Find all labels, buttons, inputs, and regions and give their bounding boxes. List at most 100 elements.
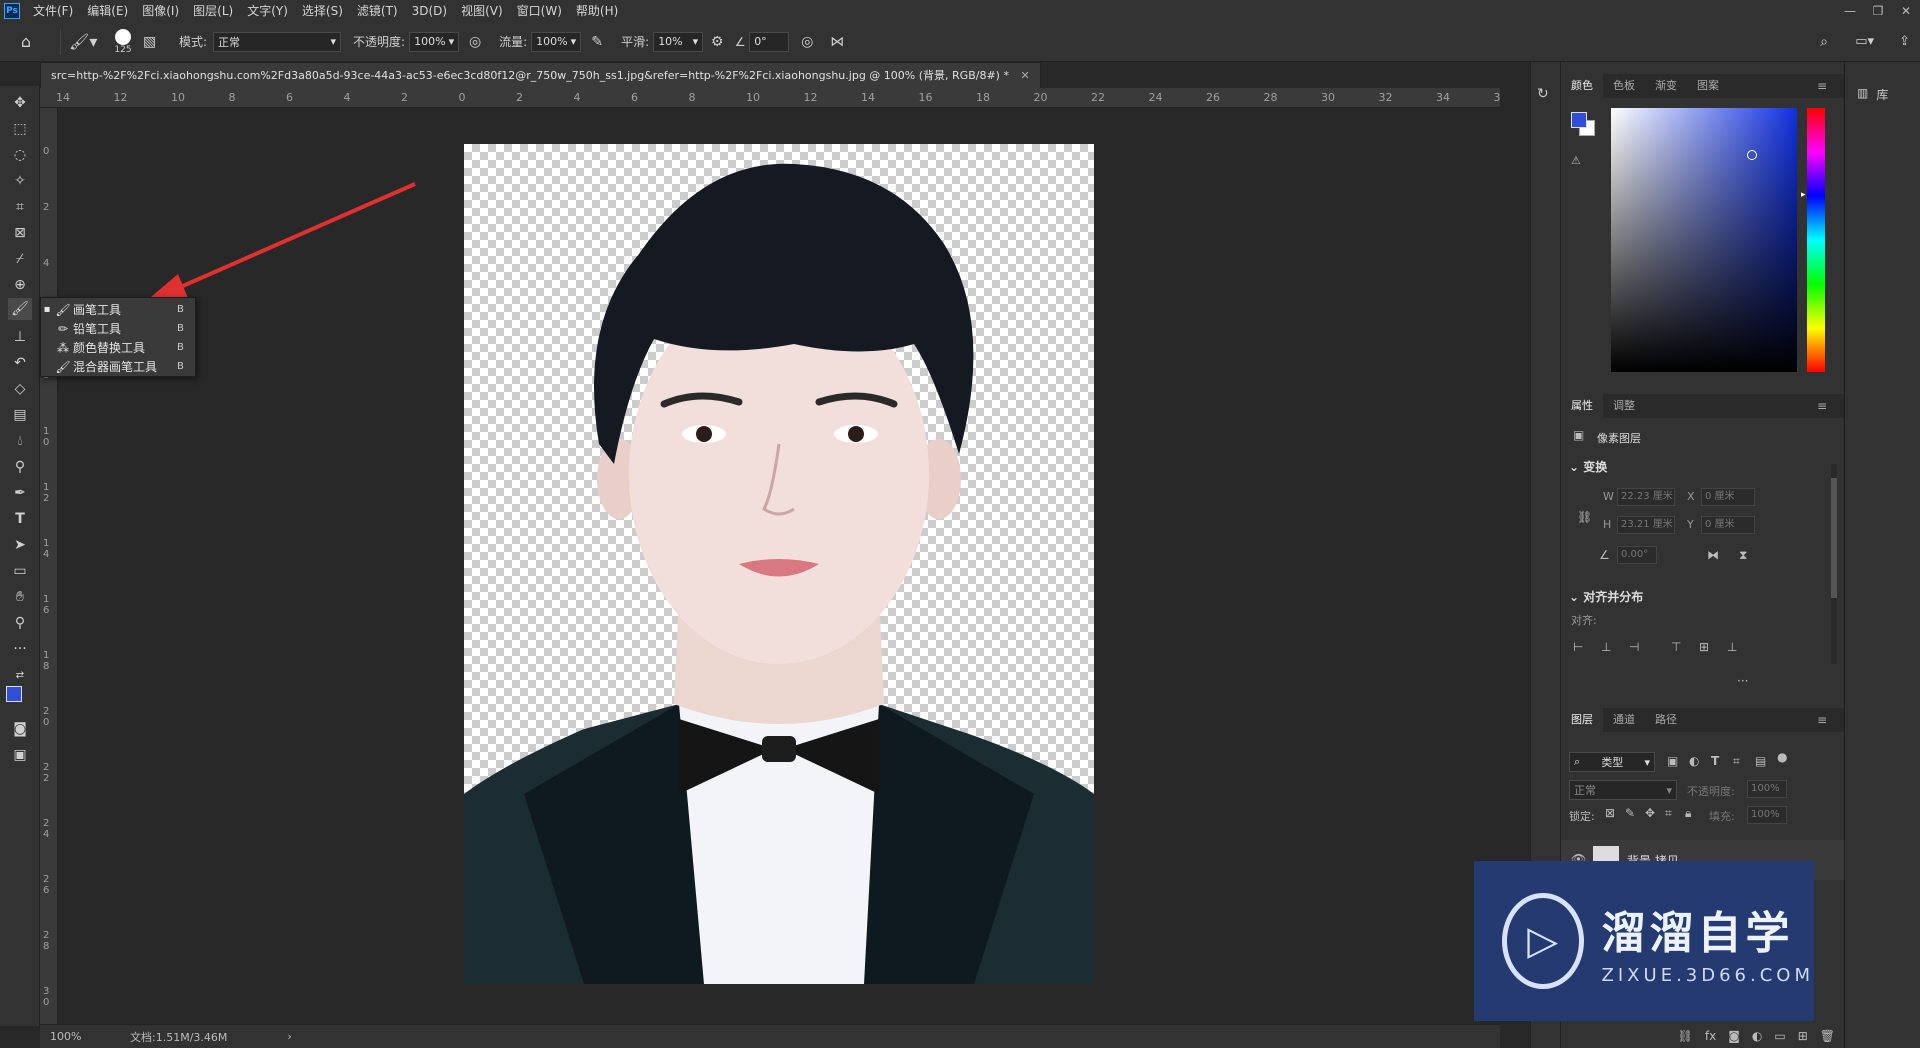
x-input[interactable]: 0 厘米 [1701,488,1755,506]
width-input[interactable]: 22.23 厘米 [1617,488,1675,506]
brush-preset-icon[interactable]: 🖌︎▾ [69,22,103,62]
restore-button[interactable]: ❐ [1864,0,1892,22]
more-tools-icon[interactable]: ··· [8,638,32,660]
screen-mode-icon[interactable]: ▣ [8,744,32,766]
chevron-right-icon[interactable]: › [287,1030,291,1043]
angle-input[interactable]: 0° [749,31,790,52]
libraries-button[interactable]: ▥ 库 [1857,86,1888,103]
height-input[interactable]: 23.21 厘米 [1617,516,1675,534]
tab-swatches[interactable]: 色板 [1603,74,1645,98]
brush-settings-icon[interactable]: ▧ [143,22,171,62]
align-top-icon[interactable]: ⊤ [1671,640,1681,654]
minimize-button[interactable]: — [1836,0,1864,22]
tab-patterns[interactable]: 图案 [1687,74,1729,98]
link-icon[interactable]: ⛓ [1577,510,1592,524]
more-options-button[interactable]: ··· [1737,674,1748,688]
add-mask-icon[interactable]: ◙ [1728,1029,1740,1043]
tab-layers[interactable]: 图层 [1561,708,1603,732]
filter-pixel-icon[interactable]: ▣ [1667,754,1678,768]
magic-wand-tool-icon[interactable]: ✧ [8,170,32,192]
flyout-item-color-replace[interactable]: ⁂ 颜色替换工具 B [41,338,197,357]
tab-gradients[interactable]: 渐变 [1645,74,1687,98]
lock-artboard-icon[interactable]: ⌗ [1665,806,1672,821]
tab-color[interactable]: 颜色 [1561,74,1603,98]
menu-type[interactable]: 文字(Y) [240,0,295,22]
align-middle-v-icon[interactable]: ⊞ [1699,640,1709,654]
link-layers-icon[interactable]: ⛓ [1678,1029,1693,1043]
tab-adjustments[interactable]: 调整 [1603,394,1645,418]
filter-smart-object-icon[interactable]: ▤ [1755,754,1766,768]
properties-scrollbar[interactable] [1831,464,1837,664]
filter-shape-icon[interactable]: ⌗ [1733,754,1740,769]
align-bottom-icon[interactable]: ⊥ [1727,640,1737,654]
dodge-tool-icon[interactable]: ⚲ [8,456,32,478]
filter-toggle-icon[interactable]: ● [1777,750,1787,764]
transform-section[interactable]: ⌄ 变换 [1569,458,1607,475]
pressure-size-icon[interactable]: ◎ [789,22,825,62]
flyout-item-mixer-brush[interactable]: 🖌︎ 混合器画笔工具 B [41,357,197,376]
crop-tool-icon[interactable]: ⌗ [8,196,32,218]
menu-view[interactable]: 视图(V) [454,0,510,22]
menu-help[interactable]: 帮助(H) [569,0,625,22]
smooth-input[interactable]: 10% ▾ [653,31,704,52]
stamp-tool-icon[interactable]: ⊥ [8,326,32,348]
angle-input[interactable]: 0.00° [1617,546,1657,564]
history-panel-icon[interactable]: ↻ [1537,86,1549,102]
workspace-icon[interactable]: ▭▾ [1855,22,1874,62]
quick-mask-icon[interactable]: ◙ [8,718,32,740]
menu-select[interactable]: 选择(S) [295,0,350,22]
hand-tool-icon[interactable]: ✋︎ [8,586,32,608]
brush-size-picker[interactable]: 125 [103,22,143,62]
new-group-icon[interactable]: ▭ [1774,1029,1785,1043]
lock-position-icon[interactable]: ✥ [1645,806,1655,820]
rectangle-tool-icon[interactable]: ▭ [8,560,32,582]
close-tab-icon[interactable]: ✕ [1020,69,1029,82]
lock-pixels-icon[interactable]: ✎ [1625,806,1635,820]
eyedropper-tool-icon[interactable]: ⌿ [8,248,32,270]
align-right-icon[interactable]: ⊣ [1629,640,1639,654]
move-tool-icon[interactable]: ✥ [8,92,32,114]
frame-tool-icon[interactable]: ⊠ [8,222,32,244]
scrollbar-thumb[interactable] [1831,478,1837,598]
healing-tool-icon[interactable]: ⊕ [8,274,32,296]
menu-filter[interactable]: 滤镜(T) [350,0,405,22]
hue-slider[interactable] [1807,108,1825,372]
eraser-tool-icon[interactable]: ◇ [8,378,32,400]
path-select-icon[interactable]: ➤ [8,534,32,556]
fx-icon[interactable]: fx [1705,1029,1716,1043]
swap-colors-icon[interactable]: ⇄ [8,664,32,686]
panel-foreground-swatch[interactable] [1571,112,1587,128]
flyout-item-pencil[interactable]: ✏︎ 铅笔工具 B [41,319,197,338]
document-tab[interactable]: src=http-%2F%2Fci.xiaohongshu.com%2Fd3a8… [40,62,1041,88]
foreground-color-swatch[interactable] [6,686,22,702]
align-section[interactable]: ⌄ 对齐并分布 [1569,588,1643,605]
opacity-input[interactable]: 100% ▾ [409,31,460,52]
type-tool-icon[interactable]: T [8,508,32,530]
symmetry-icon[interactable]: ⋈ [825,22,849,62]
menu-3d[interactable]: 3D(D) [405,0,454,22]
lasso-tool-icon[interactable]: ◌ [8,144,32,166]
close-button[interactable]: ✕ [1892,0,1920,22]
history-brush-icon[interactable]: ↶ [8,352,32,374]
pen-tool-icon[interactable]: ✒ [8,482,32,504]
flow-input[interactable]: 100% ▾ [531,31,582,52]
flip-horizontal-icon[interactable]: ⧓ [1707,548,1719,562]
menu-window[interactable]: 窗口(W) [510,0,569,22]
y-input[interactable]: 0 厘米 [1701,516,1755,534]
trash-icon[interactable]: 🗑︎ [1820,1029,1835,1043]
flyout-item-brush[interactable]: ▪ 🖌︎ 画笔工具 B [41,300,197,319]
home-icon[interactable]: ⌂ [0,22,52,62]
align-left-icon[interactable]: ⊢ [1573,640,1583,654]
hue-slider-handle[interactable]: ▸ [1801,190,1806,200]
align-center-h-icon[interactable]: ⊥ [1601,640,1611,654]
blur-tool-icon[interactable]: 💧︎ [8,430,32,452]
menu-image[interactable]: 图像(I) [135,0,186,22]
layer-filter-select[interactable]: ⌕ 类型 ▾ [1569,752,1655,772]
panel-menu-icon[interactable]: ≡ [1807,394,1837,418]
search-icon[interactable]: ⌕ [1820,22,1828,62]
tab-channels[interactable]: 通道 [1603,708,1645,732]
color-field[interactable] [1611,108,1797,372]
filter-adjustment-icon[interactable]: ◐ [1689,754,1699,768]
blend-mode-select[interactable]: 正常 ▾ [1569,780,1677,800]
color-picker-marker[interactable] [1747,150,1757,160]
